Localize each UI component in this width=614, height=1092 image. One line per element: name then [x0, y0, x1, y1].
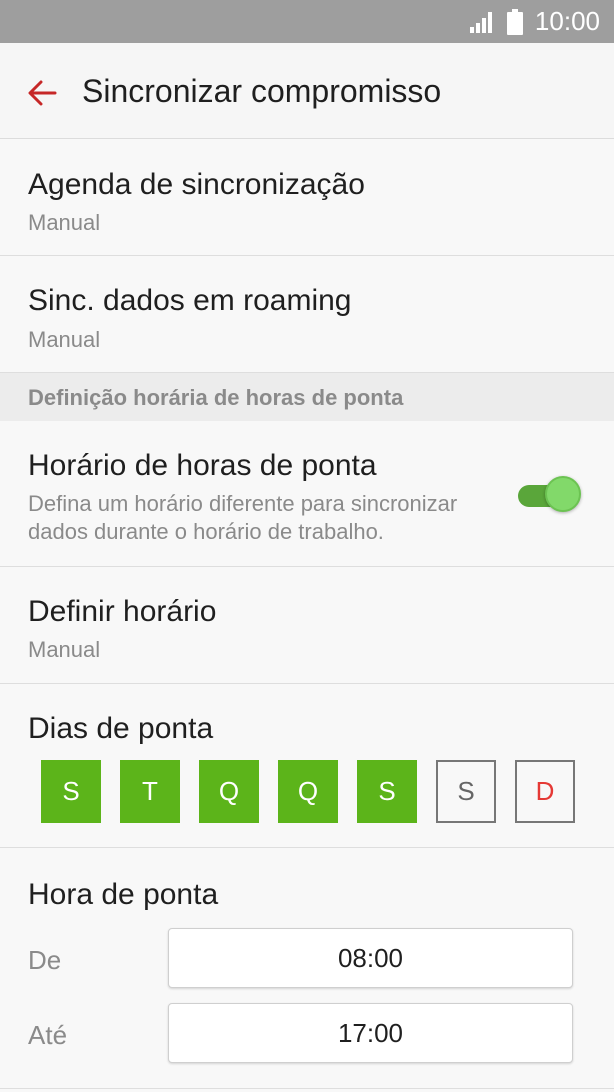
- peak-days-selector: S T Q Q S S D: [41, 760, 575, 823]
- day-button-wednesday[interactable]: Q: [199, 760, 259, 823]
- day-button-thursday[interactable]: Q: [278, 760, 338, 823]
- peak-schedule-description-line1: Defina um horário diferente para sincron…: [28, 491, 458, 516]
- peak-hours-title: Hora de ponta: [28, 878, 219, 911]
- day-button-saturday[interactable]: S: [436, 760, 496, 823]
- back-button[interactable]: [20, 71, 64, 115]
- section-header-label: Definição horária de horas de ponta: [28, 385, 404, 410]
- peak-schedule-title: Horário de horas de ponta: [28, 449, 377, 482]
- toggle-thumb: [545, 476, 581, 512]
- to-time-field[interactable]: 17:00: [168, 1003, 573, 1063]
- set-schedule-setting[interactable]: Definir horário Manual: [0, 567, 614, 684]
- peak-schedule-toggle[interactable]: [518, 473, 582, 515]
- from-time-field[interactable]: 08:00: [168, 928, 573, 988]
- peak-days-title: Dias de ponta: [28, 712, 214, 745]
- signal-icon: [469, 11, 492, 33]
- to-label: Até: [28, 1020, 68, 1050]
- sync-schedule-setting[interactable]: Agenda de sincronização Manual: [0, 139, 614, 256]
- sync-schedule-value: Manual: [28, 210, 101, 235]
- back-arrow-icon: [28, 80, 57, 106]
- status-bar: 10:00: [0, 0, 614, 43]
- status-time: 10:00: [534, 6, 600, 36]
- status-icons: 10:00: [469, 0, 600, 43]
- app-bar: Sincronizar compromisso: [0, 43, 614, 139]
- battery-icon: [506, 8, 523, 35]
- peak-section-header: Definição horária de horas de ponta: [0, 373, 614, 421]
- day-button-sunday[interactable]: D: [515, 760, 575, 823]
- set-schedule-title: Definir horário: [28, 595, 217, 628]
- roaming-sync-setting[interactable]: Sinc. dados em roaming Manual: [0, 256, 614, 373]
- page-title: Sincronizar compromisso: [82, 73, 442, 109]
- peak-schedule-description-line2: dados durante o horário de trabalho.: [28, 519, 384, 544]
- sync-schedule-title: Agenda de sincronização: [28, 168, 365, 201]
- day-button-monday[interactable]: S: [41, 760, 101, 823]
- roaming-sync-title: Sinc. dados em roaming: [28, 284, 352, 317]
- day-button-friday[interactable]: S: [357, 760, 417, 823]
- day-button-tuesday[interactable]: T: [120, 760, 180, 823]
- roaming-sync-value: Manual: [28, 327, 101, 352]
- set-schedule-value: Manual: [28, 637, 101, 662]
- from-label: De: [28, 945, 62, 975]
